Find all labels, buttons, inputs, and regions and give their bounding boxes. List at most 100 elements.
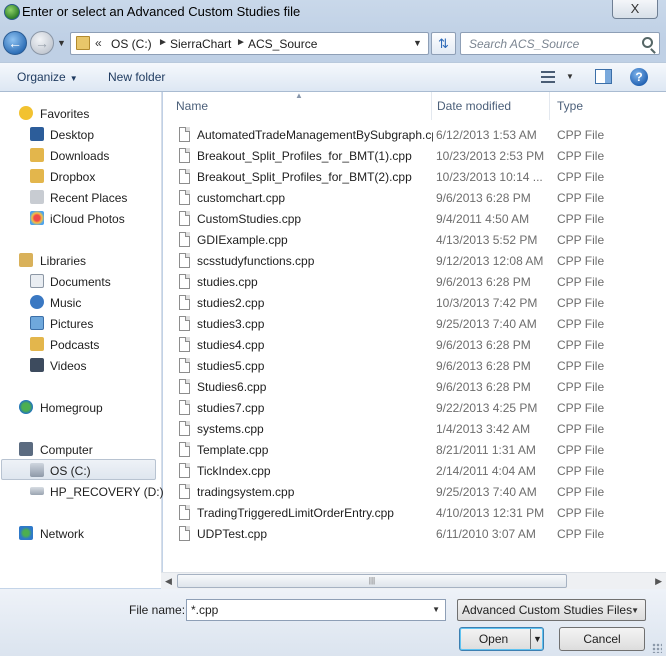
search-input[interactable]: Search ACS_Source xyxy=(469,37,579,51)
table-row[interactable]: customchart.cpp 9/6/2013 6:28 PM CPP File xyxy=(163,187,666,208)
column-divider[interactable] xyxy=(549,92,550,120)
table-row[interactable]: studies.cpp 9/6/2013 6:28 PM CPP File xyxy=(163,271,666,292)
help-icon[interactable]: ? xyxy=(630,68,648,86)
navigation-pane[interactable]: Favorites Desktop Downloads Dropbox Rece… xyxy=(0,92,164,588)
table-row[interactable]: Template.cpp 8/21/2011 1:31 AM CPP File xyxy=(163,439,666,460)
nav-os-c[interactable]: OS (C:) xyxy=(1,459,156,480)
file-name: studies.cpp xyxy=(197,275,258,289)
file-type: CPP File xyxy=(557,380,605,394)
nav-videos[interactable]: Videos xyxy=(0,355,160,376)
table-row[interactable]: Breakout_Split_Profiles_for_BMT(1).cpp 10… xyxy=(163,145,666,166)
cpp-file-icon xyxy=(179,484,190,499)
table-row[interactable]: CustomStudies.cpp 9/4/2011 4:50 AM CPP Fil… xyxy=(163,208,666,229)
scrollbar-thumb[interactable]: ||| xyxy=(177,574,567,588)
table-row[interactable]: systems.cpp 1/4/2013 3:42 AM CPP File xyxy=(163,418,666,439)
open-options-dropdown-icon[interactable]: ▼ xyxy=(533,634,542,644)
nav-libraries[interactable]: Libraries xyxy=(0,250,160,271)
table-row[interactable]: tradingsystem.cpp 9/25/2013 7:40 AM CPP Fi… xyxy=(163,481,666,502)
address-dropdown-icon[interactable]: ▼ xyxy=(413,38,422,48)
chevron-right-icon[interactable]: ► xyxy=(236,37,246,48)
table-row[interactable]: UDPTest.cpp 6/11/2010 3:07 AM CPP File xyxy=(163,523,666,544)
nav-icloud-photos[interactable]: iCloud Photos xyxy=(0,208,160,229)
file-type: CPP File xyxy=(557,338,605,352)
column-header-date-modified[interactable]: Date modified xyxy=(437,99,511,113)
column-divider[interactable] xyxy=(431,92,432,120)
address-bar[interactable]: « OS (C:) ► SierraChart ► ACS_Source ▼ xyxy=(70,32,429,55)
view-dropdown-icon[interactable]: ▼ xyxy=(566,72,574,81)
file-type-filter-select[interactable]: Advanced Custom Studies Files ▼ xyxy=(457,599,646,621)
nav-label: Network xyxy=(40,527,85,541)
nav-hp-recovery[interactable]: HP_RECOVERY (D:) xyxy=(0,481,164,502)
cpp-file-icon xyxy=(179,316,190,331)
file-date: 9/25/2013 7:40 AM xyxy=(436,485,537,499)
file-type: CPP File xyxy=(557,443,605,457)
file-date: 6/11/2010 3:07 AM xyxy=(436,527,536,541)
preview-pane-icon[interactable] xyxy=(595,69,612,84)
table-row[interactable]: studies7.cpp 9/22/2013 4:25 PM CPP File xyxy=(163,397,666,418)
nav-documents[interactable]: Documents xyxy=(0,271,160,292)
breadcrumb-acs-source[interactable]: ACS_Source xyxy=(248,37,317,51)
cpp-file-icon xyxy=(179,400,190,415)
nav-computer[interactable]: Computer xyxy=(0,439,160,460)
resize-grip[interactable] xyxy=(652,643,662,653)
nav-downloads[interactable]: Downloads xyxy=(0,145,160,166)
nav-network[interactable]: Network xyxy=(0,523,160,544)
chevron-down-icon[interactable]: ▼ xyxy=(432,605,440,614)
file-name: Breakout_Split_Profiles_for_BMT(1).cpp xyxy=(197,149,412,163)
horizontal-scrollbar[interactable]: ◀ ||| ▶ xyxy=(161,572,666,589)
file-date: 9/6/2013 6:28 PM xyxy=(436,275,531,289)
table-row[interactable]: GDIExample.cpp 4/13/2013 5:52 PM CPP File xyxy=(163,229,666,250)
cpp-file-icon xyxy=(179,211,190,226)
nav-recent-places[interactable]: Recent Places xyxy=(0,187,160,208)
forward-button[interactable]: → xyxy=(30,31,54,55)
close-button[interactable]: X xyxy=(612,0,658,19)
change-view-icon[interactable] xyxy=(541,71,555,83)
file-name-value[interactable]: *.cpp xyxy=(191,603,218,617)
file-date: 9/12/2013 12:08 AM xyxy=(436,254,544,268)
breadcrumb-overflow-icon[interactable]: « xyxy=(95,36,102,50)
nav-favorites[interactable]: Favorites xyxy=(0,103,160,124)
nav-desktop[interactable]: Desktop xyxy=(0,124,160,145)
recent-locations-dropdown[interactable]: ▼ xyxy=(57,38,66,48)
new-folder-button[interactable]: New folder xyxy=(108,70,165,84)
chevron-right-icon[interactable]: ► xyxy=(158,37,168,48)
organize-button[interactable]: Organize ▼ xyxy=(17,70,78,84)
nav-homegroup[interactable]: Homegroup xyxy=(0,397,160,418)
table-row[interactable]: scsstudyfunctions.cpp 9/12/2013 12:08 AM C… xyxy=(163,250,666,271)
table-row[interactable]: studies4.cpp 9/6/2013 6:28 PM CPP File xyxy=(163,334,666,355)
refresh-button[interactable]: ⇅ xyxy=(431,32,456,55)
search-box[interactable]: Search ACS_Source xyxy=(460,32,660,55)
breadcrumb-os-c[interactable]: OS (C:) xyxy=(111,37,152,51)
file-type: CPP File xyxy=(557,170,605,184)
table-row[interactable]: AutomatedTradeManagementBySubgraph.cpp 6/… xyxy=(163,124,666,145)
scroll-right-icon[interactable]: ▶ xyxy=(655,576,662,587)
nav-label: Libraries xyxy=(40,254,87,268)
table-row[interactable]: studies5.cpp 9/6/2013 6:28 PM CPP File xyxy=(163,355,666,376)
breadcrumb-sierrachart[interactable]: SierraChart xyxy=(170,37,231,51)
nav-label: iCloud Photos xyxy=(50,212,125,226)
file-date: 9/6/2013 6:28 PM xyxy=(436,191,531,205)
nav-dropbox[interactable]: Dropbox xyxy=(0,166,160,187)
column-header-type[interactable]: Type xyxy=(557,99,583,113)
file-name-field[interactable]: *.cpp ▼ xyxy=(186,599,446,621)
folder-icon xyxy=(76,36,90,50)
nav-music[interactable]: Music xyxy=(0,292,160,313)
nav-label: Recent Places xyxy=(50,191,128,205)
cancel-button[interactable]: Cancel xyxy=(559,627,645,651)
column-header-name[interactable]: Name xyxy=(176,99,208,113)
table-row[interactable]: studies2.cpp 10/3/2013 7:42 PM CPP File xyxy=(163,292,666,313)
nav-pictures[interactable]: Pictures xyxy=(0,313,160,334)
scroll-left-icon[interactable]: ◀ xyxy=(165,576,172,587)
table-row[interactable]: TickIndex.cpp 2/14/2011 4:04 AM CPP File xyxy=(163,460,666,481)
file-list[interactable]: ▲ Name Date modified Type AutomatedTrade… xyxy=(163,91,666,588)
table-row[interactable]: TradingTriggeredLimitOrderEntry.cpp 4/10/… xyxy=(163,502,666,523)
nav-podcasts[interactable]: Podcasts xyxy=(0,334,160,355)
cpp-file-icon xyxy=(179,463,190,478)
table-row[interactable]: studies3.cpp 9/25/2013 7:40 AM CPP File xyxy=(163,313,666,334)
file-type-filter-value: Advanced Custom Studies Files xyxy=(462,603,633,617)
open-button[interactable]: Open xyxy=(459,627,544,651)
back-button[interactable]: ← xyxy=(3,31,27,55)
homegroup-icon xyxy=(19,400,33,414)
table-row[interactable]: Breakout_Split_Profiles_for_BMT(2).cpp 10… xyxy=(163,166,666,187)
table-row[interactable]: Studies6.cpp 9/6/2013 6:28 PM CPP File xyxy=(163,376,666,397)
